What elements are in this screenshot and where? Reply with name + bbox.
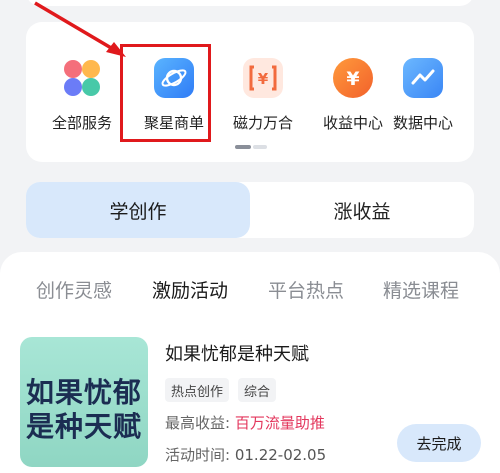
- page-indicator: [235, 145, 267, 149]
- yuan-bracket-icon: ¥: [243, 58, 283, 98]
- tab-inspiration[interactable]: 创作灵感: [36, 276, 112, 303]
- activity-title[interactable]: 如果忧郁是种天赋: [165, 340, 309, 366]
- time-label: 活动时间:: [165, 446, 231, 464]
- highlight-box: [120, 44, 211, 142]
- activity-thumbnail[interactable]: 如果忧郁 是种天赋: [20, 337, 148, 467]
- yuan-coin-icon: ¥: [333, 58, 373, 98]
- chart-line-icon: [403, 58, 443, 98]
- segment-learn[interactable]: 学创作: [26, 182, 250, 238]
- activity-tag: 热点创作: [165, 378, 230, 402]
- reward-label: 最高收益:: [165, 414, 231, 432]
- all-services-icon: [62, 58, 102, 98]
- reward-value: 百万流量助推: [234, 414, 325, 432]
- time-value: 01.22-02.05: [234, 446, 327, 464]
- segment-earn[interactable]: 涨收益: [250, 182, 474, 238]
- page-dot-active: [235, 145, 251, 149]
- reward-line: 最高收益: 百万流量助推: [165, 412, 325, 433]
- service-label: 磁力万合: [232, 114, 293, 132]
- content-panel: 创作灵感 激励活动 平台热点 精选课程 如果忧郁 是种天赋 如果忧郁是种天赋 热…: [0, 252, 500, 473]
- page-dot: [253, 145, 267, 149]
- tab-courses[interactable]: 精选课程: [383, 276, 459, 303]
- tab-incentive[interactable]: 激励活动: [152, 276, 228, 303]
- activity-tag: 综合: [238, 378, 277, 402]
- service-label: 数据中心: [392, 114, 453, 132]
- segment-control: 学创作 涨收益: [26, 182, 474, 238]
- service-data[interactable]: 数据中心: [378, 58, 468, 133]
- service-label: 全部服务: [51, 114, 112, 132]
- service-cili[interactable]: ¥ 磁力万合: [218, 58, 308, 133]
- tab-hot[interactable]: 平台热点: [268, 276, 344, 303]
- svg-text:¥: ¥: [346, 68, 359, 90]
- previous-card-edge: [26, 0, 474, 6]
- service-all[interactable]: 全部服务: [37, 58, 127, 133]
- complete-button[interactable]: 去完成: [397, 424, 481, 462]
- services-card: 全部服务 聚星商单 ¥ 磁力万合 ¥ 收益中心 数据中心: [26, 22, 474, 162]
- svg-text:¥: ¥: [258, 70, 269, 88]
- thumb-text: 是种天赋: [25, 410, 142, 443]
- time-line: 活动时间: 01.22-02.05: [165, 444, 326, 465]
